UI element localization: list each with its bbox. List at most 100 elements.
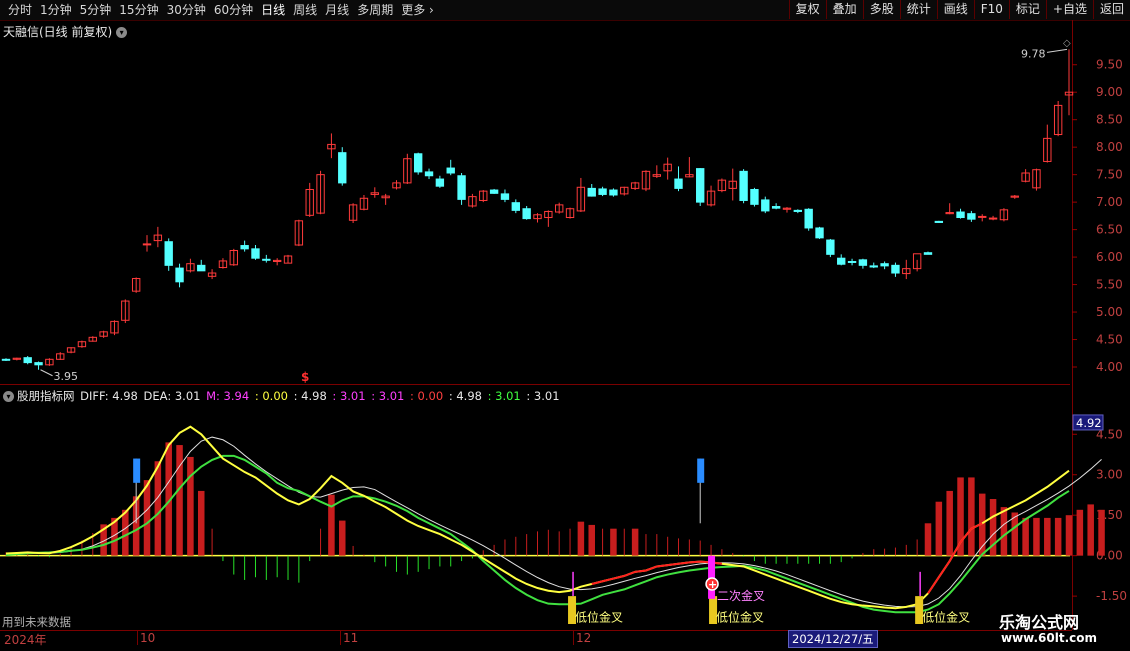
toolbar-button-6[interactable]: 标记 <box>1008 0 1046 19</box>
macd-bar-73 <box>797 555 799 564</box>
cross-bar-2 <box>915 596 924 624</box>
cross-label-1: 低位金叉 <box>716 610 764 625</box>
macd-bar-63 <box>688 539 690 556</box>
macd-bar-24 <box>265 555 267 580</box>
macd-bar-89 <box>968 477 975 556</box>
period-tab-10[interactable]: 更多 › <box>397 2 438 18</box>
main-chart-panel[interactable] <box>0 20 1070 385</box>
macd-bar-74 <box>808 555 810 564</box>
cross-bar-0 <box>568 596 577 624</box>
period-tab-1[interactable]: 1分钟 <box>36 2 76 18</box>
macd-bar-3 <box>38 555 40 557</box>
macd-bar-51 <box>558 531 560 556</box>
selected-date: 2024/12/27/五 <box>788 630 878 648</box>
macd-bar-6 <box>70 548 72 556</box>
indicator-header: ▾ 股朋指标网 DIFF: 4.98 DEA: 3.01 M: 3.94 : 0.… <box>3 388 564 404</box>
macd-bar-81 <box>884 548 886 556</box>
toolbar-button-0[interactable]: 复权 <box>788 0 826 19</box>
macd-bar-11 <box>122 509 129 556</box>
macd-bar-55 <box>602 528 604 556</box>
period-tab-6[interactable]: 日线 <box>257 2 289 18</box>
indicator-value-2: M: 3.94 <box>206 389 253 403</box>
indicator-value-6: : 3.01 <box>371 389 409 403</box>
macd-bar-22 <box>244 555 246 580</box>
cross-label-0: 低位金叉 <box>575 610 623 625</box>
toolbar-button-4[interactable]: 画线 <box>936 0 974 19</box>
macd-bar-23 <box>254 555 256 578</box>
macd-bar-52 <box>569 528 571 556</box>
macd-bar-2 <box>27 554 29 556</box>
macd-bar-71 <box>775 555 777 564</box>
price-axis-panel <box>1072 20 1130 630</box>
macd-bar-85 <box>924 523 932 556</box>
macd-bar-77 <box>840 555 842 563</box>
macd-bar-13 <box>143 480 151 556</box>
toolbar-button-2[interactable]: 多股 <box>862 0 900 19</box>
macd-bar-15 <box>165 442 172 556</box>
second-cross-label: 二次金叉 <box>717 588 765 603</box>
macd-bar-78 <box>851 555 853 559</box>
macd-bar-35 <box>385 555 387 567</box>
macd-bar-14 <box>154 461 162 556</box>
indicator-value-9: : 3.01 <box>487 389 525 403</box>
macd-bar-91 <box>989 499 997 556</box>
period-tab-9[interactable]: 多周期 <box>353 2 397 18</box>
macd-bar-43 <box>471 555 473 559</box>
macd-bar-0 <box>5 552 7 556</box>
indicator-value-0: DIFF: 4.98 <box>80 389 142 403</box>
macd-bar-50 <box>547 529 549 556</box>
toolbar-button-5[interactable]: F10 <box>973 0 1009 19</box>
macd-bar-18 <box>197 490 205 556</box>
indicator-value-8: : 4.98 <box>448 389 486 403</box>
watermark-url: www.60lt.com <box>1001 631 1098 645</box>
signal-bar-0 <box>133 458 141 483</box>
macd-bar-93 <box>1011 512 1019 556</box>
period-tab-8[interactable]: 月线 <box>321 2 353 18</box>
macd-bar-45 <box>493 544 495 556</box>
period-tab-7[interactable]: 周线 <box>289 2 321 18</box>
toolbar-button-3[interactable]: 统计 <box>899 0 937 19</box>
period-tab-3[interactable]: 15分钟 <box>115 2 162 18</box>
macd-bar-30 <box>328 494 335 556</box>
macd-bar-44 <box>482 550 484 556</box>
macd-bar-68 <box>743 555 745 557</box>
macd-bar-86 <box>935 501 943 556</box>
macd-bar-41 <box>450 555 452 567</box>
toolbar-button-8[interactable]: 返回 <box>1092 0 1130 19</box>
indicator-value-3: : 0.00 <box>254 389 292 403</box>
date-oct: 10 <box>137 631 155 645</box>
macd-bar-12 <box>132 496 140 556</box>
period-tabs: 分时 1分钟 5分钟 15分钟 30分钟 60分钟 日线 周线 月线 多周期 更多 › <box>4 2 438 18</box>
second-cross-bar <box>708 555 716 599</box>
macd-bar-65 <box>710 544 712 556</box>
period-tab-0[interactable]: 分时 <box>4 2 36 18</box>
period-tab-2[interactable]: 5分钟 <box>76 2 116 18</box>
macd-bar-60 <box>656 534 658 556</box>
macd-bar-56 <box>610 528 617 556</box>
macd-bar-36 <box>395 555 397 572</box>
toolbar-button-7[interactable]: +自选 <box>1045 0 1093 19</box>
macd-bar-5 <box>59 553 61 556</box>
macd-bar-9 <box>100 524 107 556</box>
macd-bar-70 <box>764 555 766 564</box>
macd-bar-54 <box>588 524 595 556</box>
macd-bar-47 <box>515 536 517 556</box>
macd-bar-40 <box>439 555 441 567</box>
period-tab-5[interactable]: 60分钟 <box>210 2 257 18</box>
macd-bar-96 <box>1044 517 1051 556</box>
macd-bar-25 <box>276 555 278 578</box>
diff-red-segment <box>591 560 723 585</box>
indicator-menu-icon[interactable]: ▾ <box>3 391 14 402</box>
toolbar-buttons: 复权 叠加 多股 统计 画线 F10 标记 +自选 返回 <box>788 0 1130 19</box>
macd-bar-94 <box>1022 517 1029 556</box>
toolbar-button-1[interactable]: 叠加 <box>825 0 863 19</box>
indicator-values: DIFF: 4.98 DEA: 3.01 M: 3.94 : 0.00 : 4.… <box>80 389 561 403</box>
macd-bar-28 <box>309 555 311 562</box>
macd-bar-17 <box>187 456 194 556</box>
macd-bar-20 <box>222 555 224 562</box>
chevron-down-icon[interactable]: ▾ <box>116 27 128 38</box>
top-toolbar: 分时 1分钟 5分钟 15分钟 30分钟 60分钟 日线 周线 月线 多周期 更多 › 复权 叠加 多股… <box>0 0 1130 21</box>
macd-bar-90 <box>978 493 986 556</box>
macd-bar-31 <box>339 520 346 556</box>
period-tab-4[interactable]: 30分钟 <box>163 2 210 18</box>
